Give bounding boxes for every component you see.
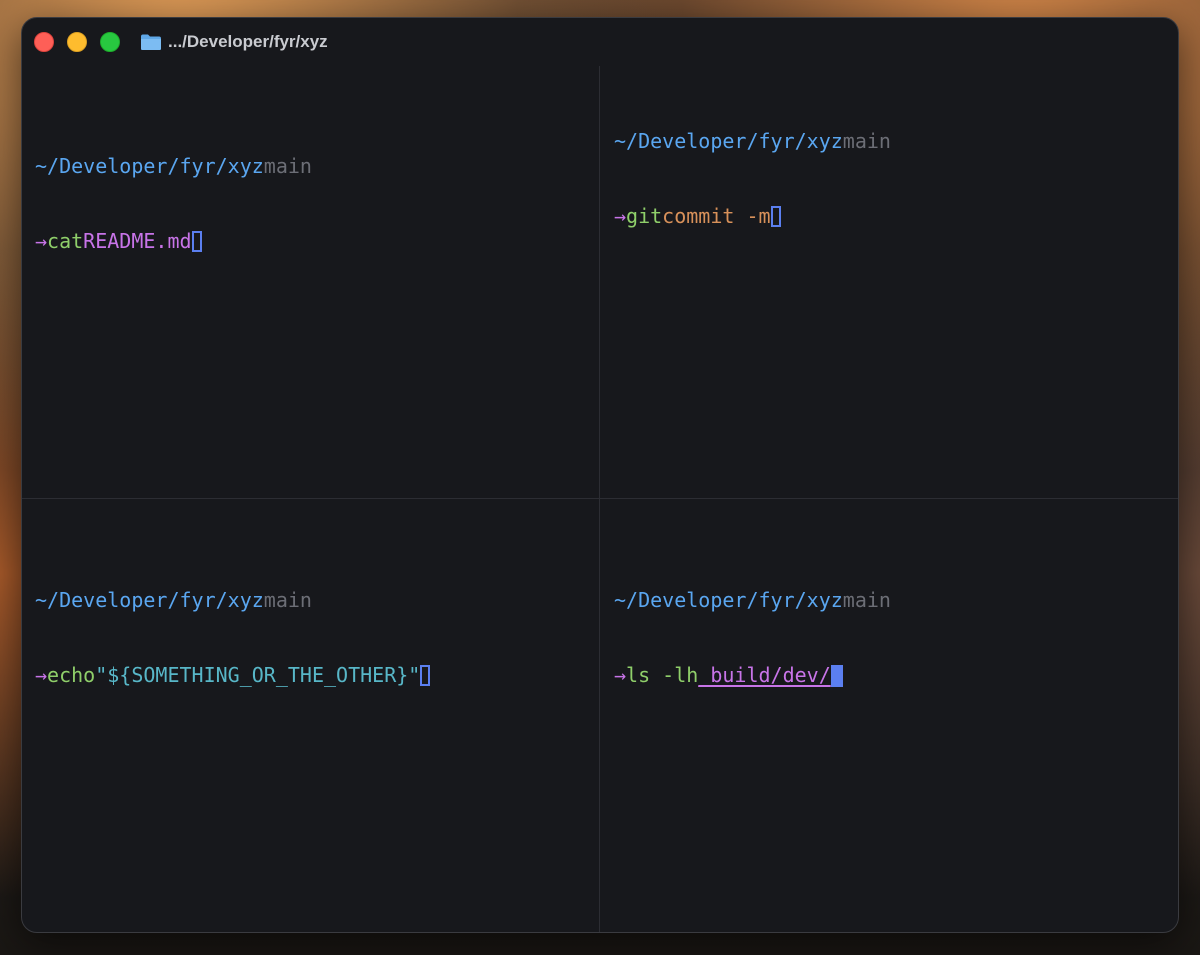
prompt-arrow: → xyxy=(614,204,627,228)
command-name: git xyxy=(626,204,663,228)
prompt-arrow: → xyxy=(35,229,48,253)
command-line[interactable]: → ls -lh _build/dev/ xyxy=(614,663,891,688)
terminal-pane-bottom-left[interactable]: ~/Developer/fyr/xyz main → echo "${SOMET… xyxy=(35,538,431,738)
window-title: .../Developer/fyr/xyz xyxy=(168,32,328,51)
title-bar[interactable]: .../Developer/fyr/xyz xyxy=(22,18,1178,66)
prompt-path: ~/Developer/fyr/xyz xyxy=(35,588,264,612)
prompt-header: ~/Developer/fyr/xyz main xyxy=(35,588,430,613)
prompt-path: ~/Developer/fyr/xyz xyxy=(614,129,843,153)
prompt-header: ~/Developer/fyr/xyz main xyxy=(614,129,891,154)
zoom-button[interactable] xyxy=(100,32,120,52)
command-line[interactable]: → echo "${SOMETHING_OR_THE_OTHER}" xyxy=(35,663,431,688)
command-argument: commit -m xyxy=(662,204,771,228)
terminal-pane-top-left[interactable]: ~/Developer/fyr/xyz main → cat README.md xyxy=(35,104,312,304)
git-branch: main xyxy=(263,588,312,612)
terminal-pane-bottom-right[interactable]: ~/Developer/fyr/xyz main → ls -lh _build… xyxy=(614,538,891,738)
prompt-path: ~/Developer/fyr/xyz xyxy=(614,588,843,612)
prompt-header: ~/Developer/fyr/xyz main xyxy=(35,154,312,179)
terminal-pane-top-right[interactable]: ~/Developer/fyr/xyz main → git commit -m xyxy=(614,79,891,279)
git-branch: main xyxy=(263,154,312,178)
command-line[interactable]: → cat README.md xyxy=(35,229,312,254)
minimize-button[interactable] xyxy=(67,32,87,52)
cursor xyxy=(770,206,781,227)
prompt-arrow: → xyxy=(35,663,48,687)
command-name: echo xyxy=(47,663,96,687)
prompt-arrow: → xyxy=(614,663,627,687)
cursor xyxy=(420,665,431,686)
pane-divider-vertical[interactable] xyxy=(599,66,600,932)
terminal-window: .../Developer/fyr/xyz ~/Developer/fyr/xy… xyxy=(21,17,1179,933)
git-branch: main xyxy=(842,129,891,153)
command-name: cat xyxy=(47,229,84,253)
folder-icon xyxy=(141,34,161,50)
command-argument: _build/dev/ xyxy=(698,663,831,687)
command-argument: README.md xyxy=(83,229,192,253)
close-button[interactable] xyxy=(34,32,54,52)
prompt-header: ~/Developer/fyr/xyz main xyxy=(614,588,891,613)
window-title-area: .../Developer/fyr/xyz xyxy=(140,30,328,54)
cursor xyxy=(191,231,202,252)
command-argument: "${SOMETHING_OR_THE_OTHER}" xyxy=(95,663,421,687)
command-line[interactable]: → git commit -m xyxy=(614,204,891,229)
command-name: ls -lh xyxy=(626,663,699,687)
cursor xyxy=(830,664,843,687)
prompt-path: ~/Developer/fyr/xyz xyxy=(35,154,264,178)
git-branch: main xyxy=(842,588,891,612)
pane-divider-horizontal[interactable] xyxy=(22,498,1178,499)
